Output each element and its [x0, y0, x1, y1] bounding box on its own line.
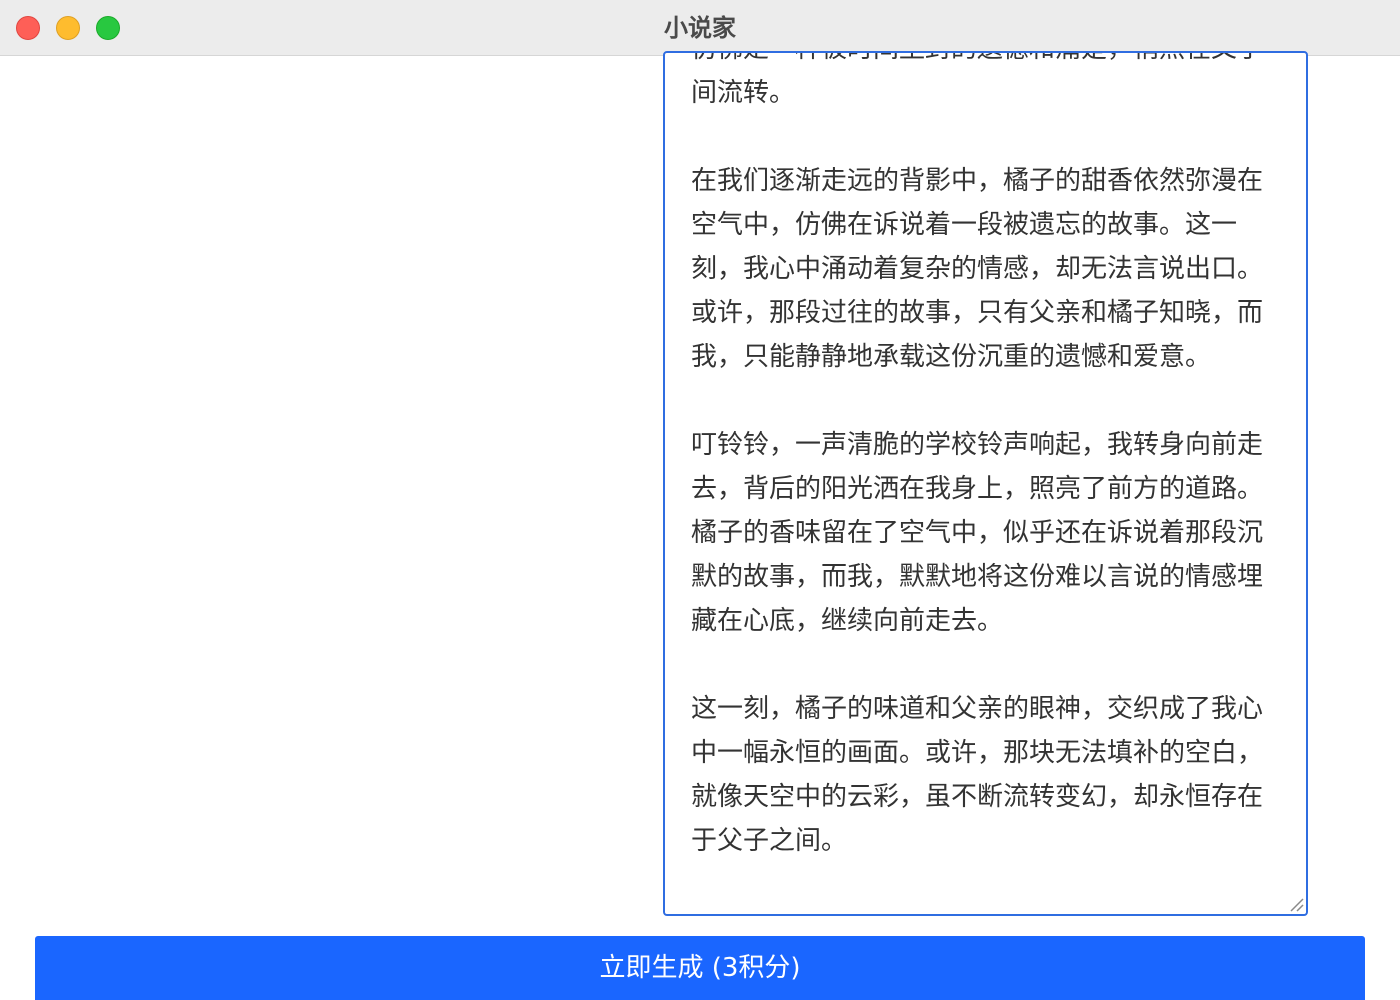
story-text[interactable]: 仿佛是一种被时间尘封的遗憾和痛楚，悄然在父子间流转。 在我们逐渐走远的背影中，橘…: [691, 53, 1283, 863]
resize-grip-icon[interactable]: [1288, 896, 1304, 912]
app-window: 小说家 仿佛是一种被时间尘封的遗憾和痛楚，悄然在父子间流转。 在我们逐渐走远的背…: [0, 0, 1400, 1000]
story-text-area[interactable]: 仿佛是一种被时间尘封的遗憾和痛楚，悄然在父子间流转。 在我们逐渐走远的背影中，橘…: [663, 51, 1308, 916]
title-bar[interactable]: 小说家: [0, 0, 1400, 56]
window-title: 小说家: [664, 14, 736, 42]
generate-now-button[interactable]: 立即生成 (3积分): [35, 936, 1365, 1000]
main-content: 仿佛是一种被时间尘封的遗憾和痛楚，悄然在父子间流转。 在我们逐渐走远的背影中，橘…: [0, 51, 1400, 1000]
